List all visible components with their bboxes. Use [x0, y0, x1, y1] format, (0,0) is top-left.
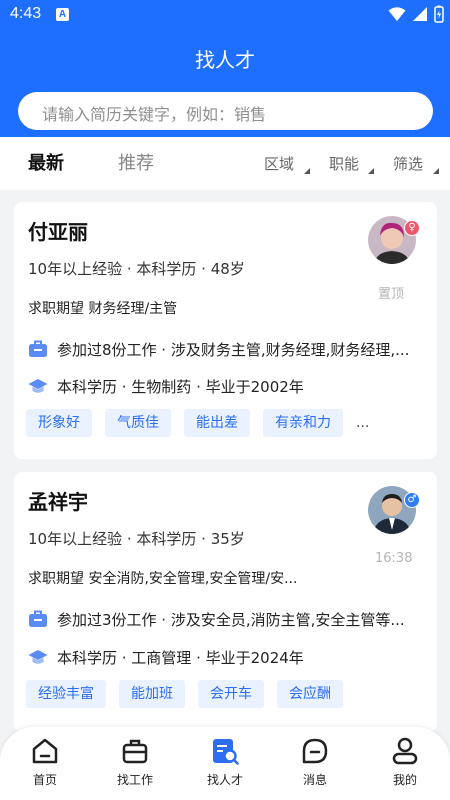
filter-more[interactable]: 筛选: [393, 153, 423, 174]
nav-home-label: 首页: [32, 773, 57, 787]
tag-list: 经验丰富 能加班 会开车 会应酬: [26, 680, 343, 708]
female-icon: ♀: [404, 220, 420, 236]
tab-latest[interactable]: 最新: [28, 149, 64, 175]
briefcase-icon: [29, 610, 47, 627]
dropdown-triangle-icon: [368, 168, 374, 174]
candidate-card[interactable]: 付亚丽 10年以上经验 · 本科学历 · 48岁 求职期望 财务经理/主管 参加…: [14, 202, 437, 459]
tag: 会开车: [198, 680, 264, 708]
tag: 经验丰富: [26, 680, 106, 708]
education-row: 本科学历 · 工商管理 · 毕业于2024年: [28, 646, 438, 668]
nav-mine[interactable]: 我的: [360, 727, 450, 800]
nav-find-job-label: 找工作: [116, 773, 153, 787]
pinned-label: 置顶: [378, 287, 405, 302]
nav-home[interactable]: 首页: [0, 727, 90, 800]
chat-bubble-icon: [302, 738, 328, 764]
filter-position[interactable]: 职能: [329, 153, 359, 174]
candidate-intent: 求职期望 财务经理/主管: [28, 301, 178, 317]
candidate-meta: 10年以上经验 · 本科学历 · 48岁: [28, 260, 245, 278]
nav-find-job[interactable]: 找工作: [90, 727, 180, 800]
nav-find-talent-label: 找人才: [206, 773, 243, 787]
search-input[interactable]: 请输入简历关键字，例如：销售: [18, 92, 433, 130]
candidate-name: 孟祥宇: [28, 490, 88, 514]
tag: 能出差: [184, 409, 250, 437]
tag-list: 形象好 气质佳 能出差 有亲和力 ...: [26, 409, 369, 437]
candidate-intent: 求职期望 安全消防,安全管理,安全管理/安...: [28, 571, 298, 587]
app-notification-icon: A: [56, 8, 69, 21]
dropdown-triangle-icon: [304, 168, 310, 174]
filter-region[interactable]: 区域: [264, 153, 294, 174]
nav-messages[interactable]: 消息: [270, 727, 360, 800]
work-history-row: 参加过3份工作 · 涉及安全员,消防主管,安全主管等...: [28, 608, 438, 630]
graduation-cap-icon: [28, 379, 48, 393]
tag: 能加班: [119, 680, 185, 708]
talent-search-icon: [213, 739, 239, 765]
work-history-text: 参加过8份工作 · 涉及财务主管,财务经理,财务经理,...: [57, 341, 410, 359]
graduation-cap-icon: [28, 650, 48, 664]
tag: 气质佳: [105, 409, 171, 437]
education-text: 本科学历 · 生物制药 · 毕业于2002年: [57, 378, 304, 396]
tag: 会应酬: [277, 680, 343, 708]
bottom-nav: 首页 找工作 找人才 消息 我的: [0, 727, 450, 800]
tag: 有亲和力: [263, 409, 343, 437]
signal-icon: [413, 7, 427, 21]
battery-icon: [434, 5, 444, 23]
work-history-row: 参加过8份工作 · 涉及财务主管,财务经理,财务经理,...: [28, 338, 438, 360]
status-icons: [388, 4, 444, 24]
education-row: 本科学历 · 生物制药 · 毕业于2002年: [28, 375, 438, 397]
nav-mine-label: 我的: [392, 773, 417, 787]
dropdown-triangle-icon: [433, 168, 439, 174]
nav-messages-label: 消息: [302, 773, 327, 787]
briefcase-icon: [29, 340, 47, 357]
work-history-text: 参加过3份工作 · 涉及安全员,消防主管,安全主管等...: [57, 611, 405, 629]
update-time: 16:38: [375, 551, 413, 566]
tab-recommend[interactable]: 推荐: [118, 149, 154, 175]
search-placeholder: 请输入简历关键字，例如：销售: [42, 105, 267, 124]
education-text: 本科学历 · 工商管理 · 毕业于2024年: [57, 649, 304, 667]
nav-find-talent[interactable]: 找人才: [180, 727, 270, 800]
briefcase-icon: [122, 739, 148, 764]
user-icon: [392, 737, 418, 765]
header-bar: 4:43 A 找人才 请输入简历关键字，例如：销售: [0, 0, 450, 137]
status-time: 4:43: [10, 5, 42, 22]
tabs-bar: 最新 推荐 区域 职能 筛选: [0, 137, 450, 190]
wifi-icon: [388, 7, 406, 21]
candidate-name: 付亚丽: [28, 220, 88, 244]
page-title: 找人才: [195, 48, 255, 72]
home-icon: [32, 738, 58, 764]
candidate-card[interactable]: 孟祥宇 10年以上经验 · 本科学历 · 35岁 求职期望 安全消防,安全管理,…: [14, 472, 437, 732]
candidate-meta: 10年以上经验 · 本科学历 · 35岁: [28, 530, 245, 548]
status-bar: 4:43 A: [0, 0, 450, 30]
more-tags: ...: [356, 415, 370, 431]
male-icon: ♂: [404, 492, 420, 508]
tag: 形象好: [26, 409, 92, 437]
